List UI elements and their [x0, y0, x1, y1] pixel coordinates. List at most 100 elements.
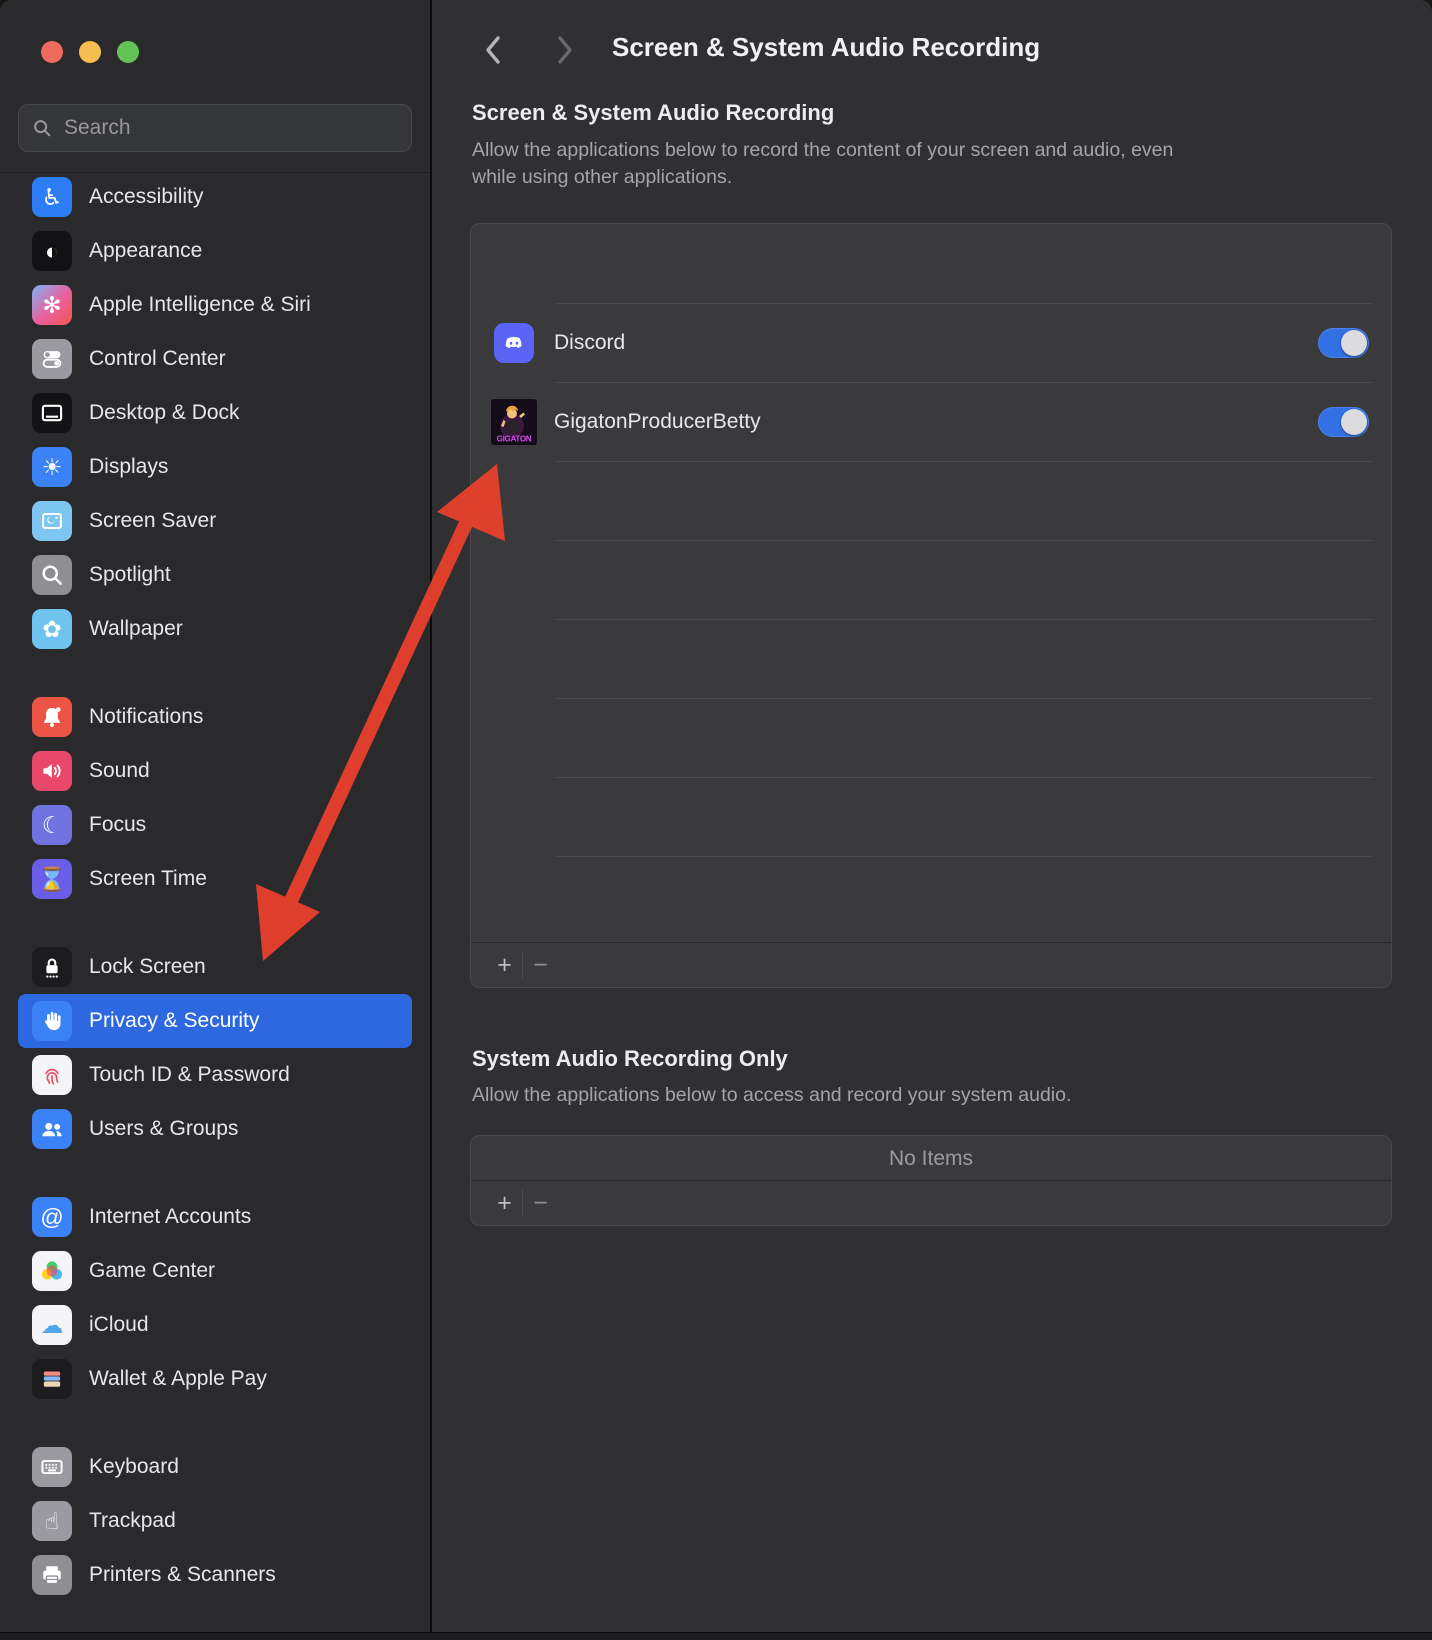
sidebar-item-sound[interactable]: Sound	[18, 744, 412, 798]
spotlight-icon	[32, 555, 72, 595]
hand-icon	[32, 1001, 72, 1041]
add-system-audio-button[interactable]: +	[487, 1190, 522, 1216]
apple-intelligence-icon: ✻	[32, 285, 72, 325]
sidebar-item-label: Game Center	[89, 1259, 216, 1282]
sidebar-item-label: Wallpaper	[89, 617, 183, 640]
sidebar-item-label: Control Center	[89, 347, 226, 370]
row-divider	[555, 382, 1373, 383]
sidebar-item-users-groups[interactable]: Users & Groups	[18, 1102, 412, 1156]
svg-text:GIGATON: GIGATON	[497, 434, 532, 443]
sidebar-item-wallet-apple-pay[interactable]: Wallet & Apple Pay	[18, 1352, 412, 1406]
zoom-button[interactable]	[117, 41, 139, 63]
screen-recording-heading: Screen & System Audio Recording	[472, 100, 835, 125]
empty-list-row	[471, 461, 1391, 540]
sidebar-item-touch-id-password[interactable]: Touch ID & Password	[18, 1048, 412, 1102]
sidebar-item-apple-intelligence-siri[interactable]: ✻ Apple Intelligence & Siri	[18, 278, 412, 332]
system-audio-footer: + −	[471, 1180, 1391, 1225]
desktop-dock-icon	[32, 393, 72, 433]
search-input[interactable]	[62, 115, 399, 141]
sidebar-item-label: Appearance	[89, 239, 203, 262]
printer-icon	[32, 1555, 72, 1595]
sidebar-item-label: Lock Screen	[89, 955, 206, 978]
search-icon	[34, 120, 51, 137]
sidebar-item-keyboard[interactable]: Keyboard	[18, 1440, 412, 1494]
remove-app-button[interactable]: −	[523, 952, 558, 978]
sidebar-item-printers-scanners[interactable]: Printers & Scanners	[18, 1548, 412, 1602]
app-toggle[interactable]	[1318, 406, 1369, 437]
sidebar-item-displays[interactable]: ☀ Displays	[18, 440, 412, 494]
search-field[interactable]	[18, 104, 412, 152]
empty-list-row	[471, 540, 1391, 619]
sidebar-item-label: Desktop & Dock	[89, 401, 240, 424]
wallet-icon	[32, 1359, 72, 1399]
empty-list-row	[471, 777, 1391, 856]
remove-system-audio-button[interactable]: −	[523, 1190, 558, 1216]
lock-icon	[32, 947, 72, 987]
control-center-icon	[32, 339, 72, 379]
sidebar-item-game-center[interactable]: Game Center	[18, 1244, 412, 1298]
toggle-knob	[1341, 408, 1367, 435]
discord-app-icon	[491, 320, 537, 366]
app-name: Discord	[554, 330, 626, 354]
chevron-left-icon	[486, 36, 500, 64]
system-audio-list: No Items + −	[470, 1135, 1392, 1226]
bell-icon	[32, 697, 72, 737]
sidebar-item-focus[interactable]: ☾ Focus	[18, 798, 412, 852]
moon-icon: ☾	[32, 805, 72, 845]
sidebar-item-label: Spotlight	[89, 563, 171, 586]
row-divider	[555, 777, 1373, 778]
minimize-button[interactable]	[79, 41, 101, 63]
row-divider	[555, 698, 1373, 699]
close-button[interactable]	[41, 41, 63, 63]
trackpad-icon: ☝	[32, 1501, 72, 1541]
app-row-discord: Discord	[471, 303, 1391, 382]
users-icon	[32, 1109, 72, 1149]
app-name: GigatonProducerBetty	[554, 409, 761, 433]
sidebar-item-label: Screen Time	[89, 867, 207, 890]
sidebar-item-label: Sound	[89, 759, 150, 782]
row-divider	[555, 856, 1373, 857]
app-list-footer: + −	[471, 942, 1391, 987]
sidebar-item-label: Accessibility	[89, 185, 204, 208]
back-button[interactable]	[476, 30, 510, 70]
hourglass-icon: ⌛	[32, 859, 72, 899]
sidebar-item-label: Focus	[89, 813, 147, 836]
sidebar-item-appearance[interactable]: ◐ Appearance	[18, 224, 412, 278]
sidebar-item-label: Privacy & Security	[89, 1009, 260, 1032]
sidebar-item-lock-screen[interactable]: Lock Screen	[18, 940, 412, 994]
app-toggle[interactable]	[1318, 327, 1369, 358]
sidebar-item-internet-accounts[interactable]: @ Internet Accounts	[18, 1190, 412, 1244]
displays-icon: ☀	[32, 447, 72, 487]
system-audio-heading: System Audio Recording Only	[472, 1046, 788, 1071]
empty-list-row	[471, 698, 1391, 777]
sidebar-group-1: ♿ Accessibility ◐ Appearance ✻ Apple Intellig…	[0, 170, 430, 656]
sidebar: ♿ Accessibility ◐ Appearance ✻ Apple Intellig…	[0, 0, 430, 1640]
sidebar-item-spotlight[interactable]: Spotlight	[18, 548, 412, 602]
appearance-icon: ◐	[32, 231, 72, 271]
sidebar-group-5: Keyboard ☝ Trackpad Printers & Scanners	[0, 1440, 430, 1602]
sidebar-group-3: Lock Screen Privacy & Security Touch ID & …	[0, 940, 430, 1156]
sidebar-item-label: Keyboard	[89, 1455, 179, 1478]
forward-button[interactable]	[548, 30, 582, 70]
toggle-knob	[1341, 329, 1367, 356]
sidebar-item-desktop-dock[interactable]: Desktop & Dock	[18, 386, 412, 440]
speaker-icon	[32, 751, 72, 791]
at-sign-icon: @	[32, 1197, 72, 1237]
accessibility-icon: ♿	[32, 177, 72, 217]
sidebar-item-wallpaper[interactable]: ✿ Wallpaper	[18, 602, 412, 656]
sidebar-item-notifications[interactable]: Notifications	[18, 690, 412, 744]
game-center-icon	[32, 1251, 72, 1291]
sidebar-item-screen-saver[interactable]: Screen Saver	[18, 494, 412, 548]
gigaton-producer-betty-app-icon: GIGATON	[491, 398, 537, 445]
sidebar-item-trackpad[interactable]: ☝ Trackpad	[18, 1494, 412, 1548]
content-pane: Screen & System Audio Recording Screen &…	[432, 0, 1432, 1640]
sidebar-item-control-center[interactable]: Control Center	[18, 332, 412, 386]
add-app-button[interactable]: +	[487, 952, 522, 978]
sidebar-item-privacy-security[interactable]: Privacy & Security	[18, 994, 412, 1048]
page-title: Screen & System Audio Recording	[612, 32, 1041, 62]
sidebar-item-accessibility[interactable]: ♿ Accessibility	[18, 170, 412, 224]
row-divider	[555, 461, 1373, 462]
sidebar-item-icloud[interactable]: ☁ iCloud	[18, 1298, 412, 1352]
screen-recording-description: Allow the applications below to record t…	[472, 139, 1174, 188]
sidebar-item-screen-time[interactable]: ⌛ Screen Time	[18, 852, 412, 906]
